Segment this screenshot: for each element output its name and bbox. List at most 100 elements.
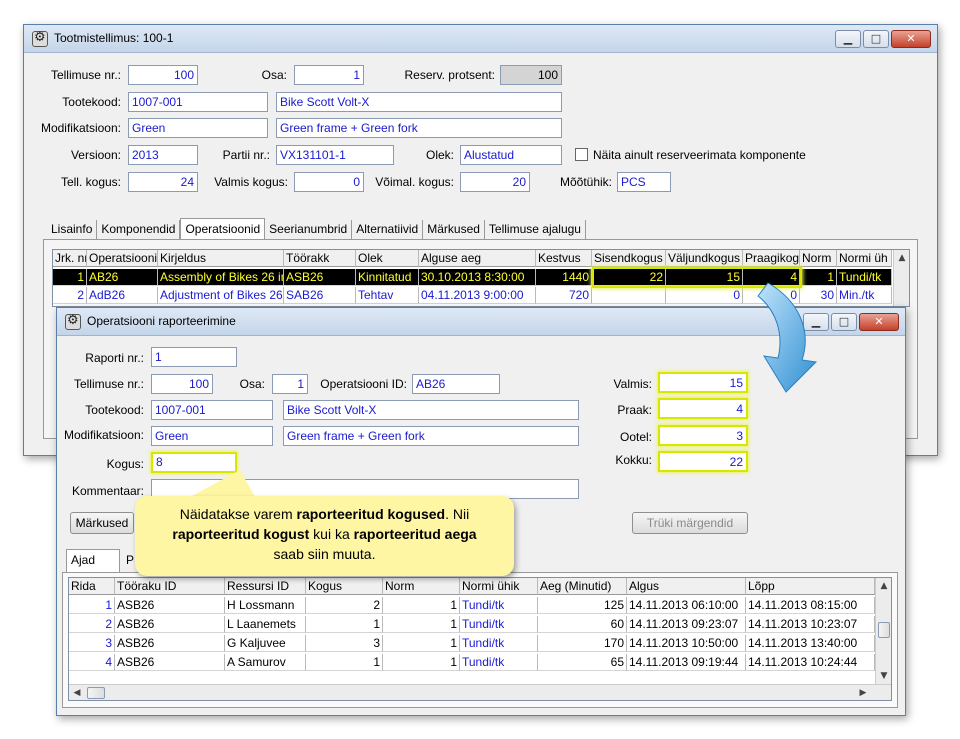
col-header[interactable]: Alguse aeg [419, 250, 536, 267]
cell: 1 [306, 616, 383, 633]
report-modification-desc-field[interactable]: Green frame + Green fork [283, 426, 579, 446]
unit-field[interactable]: PCS [617, 172, 671, 192]
col-header[interactable]: Normi üh [837, 250, 892, 267]
quantity-field[interactable]: 8 [151, 452, 237, 473]
report-modification-field[interactable]: Green [151, 426, 273, 446]
product-code-field[interactable]: 1007-001 [128, 92, 268, 112]
callout-bold-text: raporteeritud kogused [296, 506, 446, 522]
order-qty-field[interactable]: 24 [128, 172, 198, 192]
done-qty-field[interactable]: 0 [294, 172, 364, 192]
table-row[interactable]: 1 ASB26 H Lossmann 2 1 Tundi/tk 125 14.1… [69, 597, 875, 614]
tab-seerianumbrid[interactable]: Seerianumbrid [265, 220, 353, 240]
cell [592, 287, 666, 304]
col-header[interactable]: Jrk. nr [53, 250, 87, 267]
print-labels-button[interactable]: Trüki märgendid [632, 512, 748, 534]
version-field[interactable]: 2013 [128, 145, 198, 165]
col-header[interactable]: Normi ühik [460, 578, 538, 595]
col-header[interactable]: Kirjeldus [158, 250, 284, 267]
maximize-button[interactable]: □ [831, 313, 857, 331]
cell: 14.11.2013 09:23:07 [627, 616, 746, 633]
tab-tellimuse-ajalugu[interactable]: Tellimuse ajalugu [485, 220, 586, 240]
operation-id-field[interactable]: AB26 [412, 374, 500, 394]
batch-no-field[interactable]: VX131101-1 [276, 145, 394, 165]
part-field[interactable]: 1 [294, 65, 364, 85]
operations-grid-scrollbar[interactable]: ▲ [893, 250, 909, 306]
scroll-up-icon[interactable]: ▲ [876, 578, 891, 594]
col-header[interactable]: Norm [800, 250, 837, 267]
only-unreserved-checkbox[interactable] [575, 148, 588, 161]
close-button[interactable]: ✕ [859, 313, 899, 331]
product-name-field[interactable]: Bike Scott Volt-X [276, 92, 562, 112]
minimize-button[interactable]: ▁ [803, 313, 829, 331]
col-header[interactable]: Töörakk [284, 250, 356, 267]
col-header[interactable]: Sisendkogus [592, 250, 666, 267]
minimize-icon: ▁ [811, 315, 821, 328]
tab-operatsioonid[interactable]: Operatsioonid [180, 218, 266, 240]
cell: 60 [538, 616, 627, 633]
version-label: Versioon: [70, 148, 121, 162]
tab-lisainfo[interactable]: Lisainfo [47, 220, 98, 240]
waiting-field[interactable]: 3 [658, 425, 748, 446]
table-row[interactable]: 2 AdB26 Adjustment of Bikes 26 SAB26 Teh… [53, 287, 892, 304]
report-part-field[interactable]: 1 [272, 374, 308, 394]
col-header[interactable]: Praagikog [743, 250, 800, 267]
possible-qty-field[interactable]: 20 [460, 172, 530, 192]
table-row[interactable]: 4 ASB26 A Samurov 1 1 Tundi/tk 65 14.11.… [69, 654, 875, 671]
order-no-field[interactable]: 100 [128, 65, 198, 85]
col-header[interactable]: Väljundkogus [666, 250, 743, 267]
report-part-label: Osa: [239, 377, 265, 391]
cell: ASB26 [115, 635, 225, 652]
col-header[interactable]: Ressursi ID [225, 578, 306, 595]
modification-label: Modifikatsioon: [40, 121, 121, 135]
table-row[interactable]: 3 ASB26 G Kaljuvee 3 1 Tundi/tk 170 14.1… [69, 635, 875, 652]
tab-markused[interactable]: Märkused [423, 220, 485, 240]
scroll-down-icon[interactable]: ▼ [876, 668, 891, 684]
scrap-field[interactable]: 4 [658, 398, 748, 419]
callout-text: . Nii [445, 506, 470, 522]
operations-grid-header: Jrk. nr Operatsiooni Kirjeldus Töörakk O… [53, 250, 892, 267]
tab-komponendid[interactable]: Komponendid [97, 220, 181, 240]
close-icon: ✕ [906, 32, 916, 45]
status-field[interactable]: Alustatud [460, 145, 562, 165]
scroll-right-icon[interactable]: ▶ [855, 685, 871, 700]
col-header[interactable]: Kestvus [536, 250, 592, 267]
report-product-name-field[interactable]: Bike Scott Volt-X [283, 400, 579, 420]
possible-qty-label: Võimal. kogus: [375, 175, 454, 189]
col-header[interactable]: Operatsiooni [87, 250, 158, 267]
cell: 30 [800, 287, 837, 304]
times-grid-hscrollbar[interactable]: ◀ ▶ [69, 684, 891, 700]
table-row[interactable]: 2 ASB26 L Laanemets 1 1 Tundi/tk 60 14.1… [69, 616, 875, 633]
app-icon [32, 30, 48, 47]
modification-field[interactable]: Green [128, 118, 268, 138]
done-field[interactable]: 15 [658, 372, 748, 393]
scroll-thumb[interactable] [87, 687, 105, 699]
scroll-up-icon[interactable]: ▲ [894, 250, 909, 266]
cell: 1440 [536, 269, 592, 286]
times-grid-vscrollbar[interactable]: ▲ ▼ [875, 578, 891, 684]
total-field[interactable]: 22 [658, 451, 748, 472]
close-button[interactable]: ✕ [891, 30, 931, 48]
col-header[interactable]: Algus [627, 578, 746, 595]
col-header[interactable]: Aeg (Minutid) [538, 578, 627, 595]
report-product-code-field[interactable]: 1007-001 [151, 400, 273, 420]
col-header[interactable]: Kogus [306, 578, 383, 595]
tab-ajad[interactable]: Ajad [66, 549, 120, 573]
scroll-left-icon[interactable]: ◀ [69, 685, 85, 700]
cell: 720 [536, 287, 592, 304]
maximize-button[interactable]: □ [863, 30, 889, 48]
col-header[interactable]: Olek [356, 250, 419, 267]
minimize-button[interactable]: ▁ [835, 30, 861, 48]
cell: AdB26 [87, 287, 158, 304]
report-order-no-field[interactable]: 100 [151, 374, 213, 394]
scroll-thumb[interactable] [878, 622, 890, 638]
col-header[interactable]: Lõpp [746, 578, 875, 595]
col-header[interactable]: Norm [383, 578, 460, 595]
callout-text: Näidatakse varem [179, 506, 297, 522]
notes-button[interactable]: Märkused [70, 512, 134, 534]
col-header[interactable]: Rida [69, 578, 115, 595]
col-header[interactable]: Tööraku ID [115, 578, 225, 595]
cell: 1 [53, 269, 87, 286]
modification-desc-field[interactable]: Green frame + Green fork [276, 118, 562, 138]
tab-alternatiivid[interactable]: Alternatiivid [352, 220, 424, 240]
report-no-field[interactable]: 1 [151, 347, 237, 367]
